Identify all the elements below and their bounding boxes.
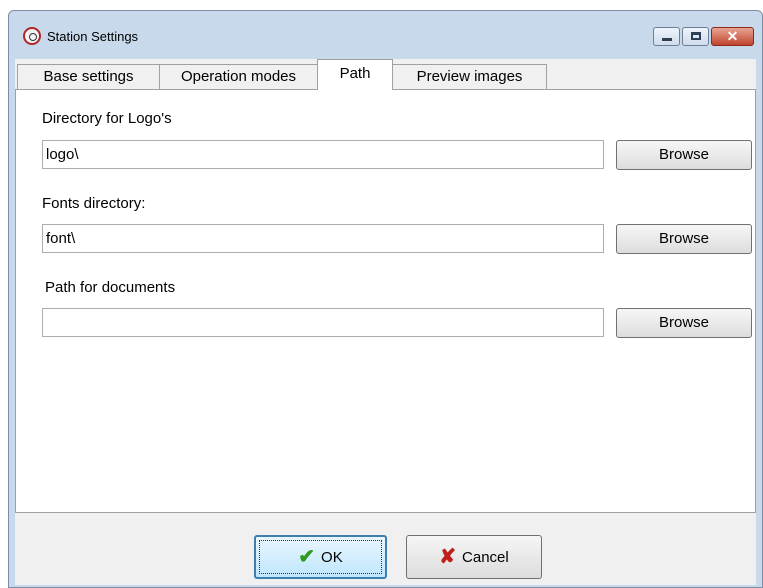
cancel-label: Cancel [462, 548, 509, 566]
ok-button[interactable]: ✔ OK [254, 535, 387, 579]
ok-label: OK [321, 548, 343, 566]
tab-base-settings[interactable]: Base settings [17, 64, 160, 89]
minimize-button[interactable] [653, 27, 680, 46]
logo-dir-input[interactable] [42, 140, 604, 169]
tab-preview-images[interactable]: Preview images [392, 64, 547, 89]
window-title: Station Settings [47, 29, 139, 44]
maximize-button[interactable] [682, 27, 709, 46]
close-icon: ✕ [726, 28, 739, 44]
tab-path[interactable]: Path [317, 59, 393, 90]
cancel-button[interactable]: ✘ Cancel [406, 535, 542, 579]
logo-dir-browse-button[interactable]: Browse [616, 140, 752, 170]
tab-operation-modes[interactable]: Operation modes [159, 64, 318, 89]
caption-buttons: ✕ [653, 27, 754, 46]
maximize-icon [691, 32, 701, 40]
fonts-dir-browse-button[interactable]: Browse [616, 224, 752, 254]
docs-path-input[interactable] [42, 308, 604, 337]
tab-strip: Base settings Operation modes Path Previ… [15, 59, 756, 90]
fonts-dir-label: Fonts directory: [42, 195, 146, 212]
fonts-dir-input[interactable] [42, 224, 604, 253]
path-tab-panel: Directory for Logo's Browse Fonts direct… [15, 89, 756, 513]
checkmark-icon: ✔ [298, 546, 316, 568]
dialog-client-area: Base settings Operation modes Path Previ… [15, 59, 756, 585]
app-icon[interactable] [23, 27, 41, 45]
title-bar[interactable]: Station Settings ✕ [9, 11, 762, 59]
close-button[interactable]: ✕ [711, 27, 754, 46]
station-settings-window: Station Settings ✕ Base settings Operati… [8, 10, 763, 588]
docs-path-browse-button[interactable]: Browse [616, 308, 752, 338]
dialog-footer: ✔ OK ✘ Cancel [15, 513, 756, 585]
minimize-icon [662, 38, 672, 41]
logo-dir-label: Directory for Logo's [42, 110, 172, 127]
cross-icon: ✘ [439, 546, 457, 568]
docs-path-label: Path for documents [45, 279, 176, 296]
